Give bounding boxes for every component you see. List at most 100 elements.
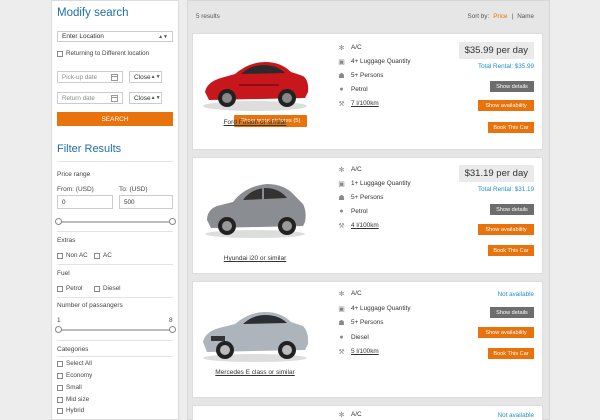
- category-label: Select All: [66, 360, 92, 367]
- book-car-button[interactable]: Book This Car: [488, 122, 534, 133]
- fuel-diesel-checkbox[interactable]: Diesel: [94, 285, 121, 292]
- divider: [57, 264, 173, 265]
- extras-label: Extras: [57, 237, 76, 244]
- return-date-placeholder: Return date: [62, 94, 95, 102]
- sort-name-link[interactable]: Name: [517, 13, 534, 20]
- checkbox-box: [57, 360, 63, 367]
- feature-text: 5+ Persons: [351, 72, 384, 79]
- car-name-link[interactable]: Hyundai i20 or similar: [193, 255, 317, 262]
- pickup-time-select[interactable]: Close ▲▼: [129, 71, 162, 83]
- checkbox-box: [57, 396, 63, 403]
- category-small-checkbox[interactable]: Small: [57, 384, 82, 391]
- show-details-button[interactable]: Show details: [490, 204, 534, 215]
- car-image-ford-fusion[interactable]: [199, 40, 311, 120]
- show-availability-button[interactable]: Show availability: [478, 224, 534, 235]
- category-select-all-checkbox[interactable]: Select All: [57, 360, 92, 367]
- chevron-down-icon: ▲▼: [150, 95, 161, 101]
- not-available-status: Not available: [497, 412, 534, 419]
- price-per-day: $31.19 per day: [458, 165, 534, 182]
- category-label: Hybrid: [66, 407, 85, 414]
- show-availability-button[interactable]: Show availability: [478, 327, 534, 338]
- wrench-icon: ⚒: [338, 100, 345, 108]
- checkbox-box: [57, 407, 63, 414]
- show-details-button[interactable]: Show details: [490, 307, 534, 318]
- price-to-input[interactable]: 500: [119, 195, 173, 209]
- sidebar: Modify search Enter Location ▲▼ Returnin…: [51, 0, 179, 420]
- feature-text: 7 l/100km: [351, 100, 379, 107]
- sort-by-label: Sort by:: [467, 13, 490, 20]
- feature-text: Diesel: [351, 334, 369, 341]
- fuel-label: Fuel: [57, 270, 70, 277]
- checkbox-box: [57, 372, 63, 379]
- price-slider-min-handle[interactable]: [55, 218, 62, 225]
- feature-ac: ✻ A/C: [338, 290, 362, 298]
- category-label: Economy: [66, 372, 93, 379]
- fuel-petrol-checkbox[interactable]: Petrol: [57, 285, 82, 292]
- location-select[interactable]: Enter Location ▲▼: [57, 31, 173, 42]
- extra-non-ac-label: Non AC: [66, 252, 88, 259]
- feature-consumption: ⚒ 7 l/100km: [338, 100, 379, 108]
- car-name-link[interactable]: Mercedes E class or similar: [193, 369, 317, 376]
- category-mid-size-checkbox[interactable]: Mid size: [57, 396, 89, 403]
- passengers-slider-min-handle[interactable]: [55, 326, 62, 333]
- wrench-icon: ⚒: [338, 348, 345, 356]
- calendar-icon[interactable]: [111, 94, 118, 102]
- search-button[interactable]: SEARCH: [57, 112, 173, 126]
- passengers-slider-track[interactable]: [58, 329, 172, 331]
- passengers-min-label: 1: [57, 317, 61, 324]
- calendar-icon[interactable]: [111, 73, 118, 81]
- feature-consumption: ⚒ 5 l/100km: [338, 348, 378, 356]
- people-icon: ☗: [338, 194, 345, 202]
- car-image-hyundai-i20[interactable]: [199, 164, 311, 244]
- checkbox-box: [94, 285, 100, 292]
- snowflake-icon: ✻: [338, 411, 345, 419]
- category-label: Mid size: [66, 396, 90, 403]
- checkbox-box: [57, 252, 63, 259]
- show-details-button[interactable]: Show details: [490, 81, 534, 92]
- extra-non-ac-checkbox[interactable]: Non AC: [57, 252, 88, 259]
- feature-luggage: ▣ 4+ Luggage Quantity: [338, 305, 410, 313]
- results-count: 5 results: [196, 13, 220, 20]
- category-economy-checkbox[interactable]: Economy: [57, 372, 92, 379]
- category-hybrid-checkbox[interactable]: Hybrid: [57, 407, 84, 414]
- passengers-slider-max-handle[interactable]: [169, 326, 176, 333]
- show-availability-button[interactable]: Show availability: [478, 100, 534, 111]
- price-from-input[interactable]: 0: [57, 195, 113, 209]
- snowflake-icon: ✻: [338, 44, 345, 52]
- price-slider-track[interactable]: [58, 221, 172, 223]
- extra-ac-checkbox[interactable]: AC: [94, 252, 112, 259]
- price-from-label: From: (USD): [57, 186, 94, 193]
- price-range-label: Price range: [57, 171, 91, 178]
- book-car-button[interactable]: Book This Car: [488, 245, 534, 256]
- feature-text: 5+ Persons: [351, 319, 384, 326]
- feature-fuel: ● Diesel: [338, 334, 369, 341]
- pickup-time-value: Close: [134, 73, 151, 81]
- car-image-mercedes-e-class[interactable]: [199, 288, 311, 368]
- chevron-down-icon: ▲▼: [150, 74, 161, 80]
- pickup-date-input[interactable]: Pick-up date: [57, 71, 123, 83]
- price-slider-max-handle[interactable]: [169, 218, 176, 225]
- sort-price-link[interactable]: Price: [493, 13, 507, 20]
- return-date-input[interactable]: Return date: [57, 92, 123, 104]
- droplet-icon: ●: [339, 334, 344, 341]
- feature-text: A/C: [351, 290, 362, 297]
- category-label: Small: [66, 384, 82, 391]
- checkbox-box: [94, 252, 100, 259]
- price-per-day: $35.99 per day: [458, 42, 534, 59]
- car-name-link[interactable]: Ford Fusion or similar: [193, 119, 317, 126]
- sort-by: Sort by: Price | Name: [468, 13, 535, 20]
- return-different-location-label: Returning to Different location: [66, 50, 150, 57]
- feature-text: 4 l/100km: [351, 222, 379, 229]
- feature-luggage: ▣ 4+ Luggage Quantity: [338, 58, 410, 66]
- not-available-status: Not available: [497, 291, 534, 298]
- book-car-button[interactable]: Book This Car: [488, 348, 534, 359]
- feature-fuel: ● Petrol: [338, 86, 367, 93]
- briefcase-icon: ▣: [338, 58, 345, 66]
- return-different-location-checkbox[interactable]: Returning to Different location: [57, 50, 149, 57]
- price-to-label: To: (USD): [119, 186, 148, 193]
- categories-label: Categories: [57, 346, 89, 353]
- filter-results-title: Filter Results: [57, 143, 122, 155]
- return-time-select[interactable]: Close ▲▼: [129, 92, 162, 104]
- location-select-value: Enter Location: [62, 33, 104, 40]
- feature-consumption: ⚒ 4 l/100km: [338, 222, 379, 230]
